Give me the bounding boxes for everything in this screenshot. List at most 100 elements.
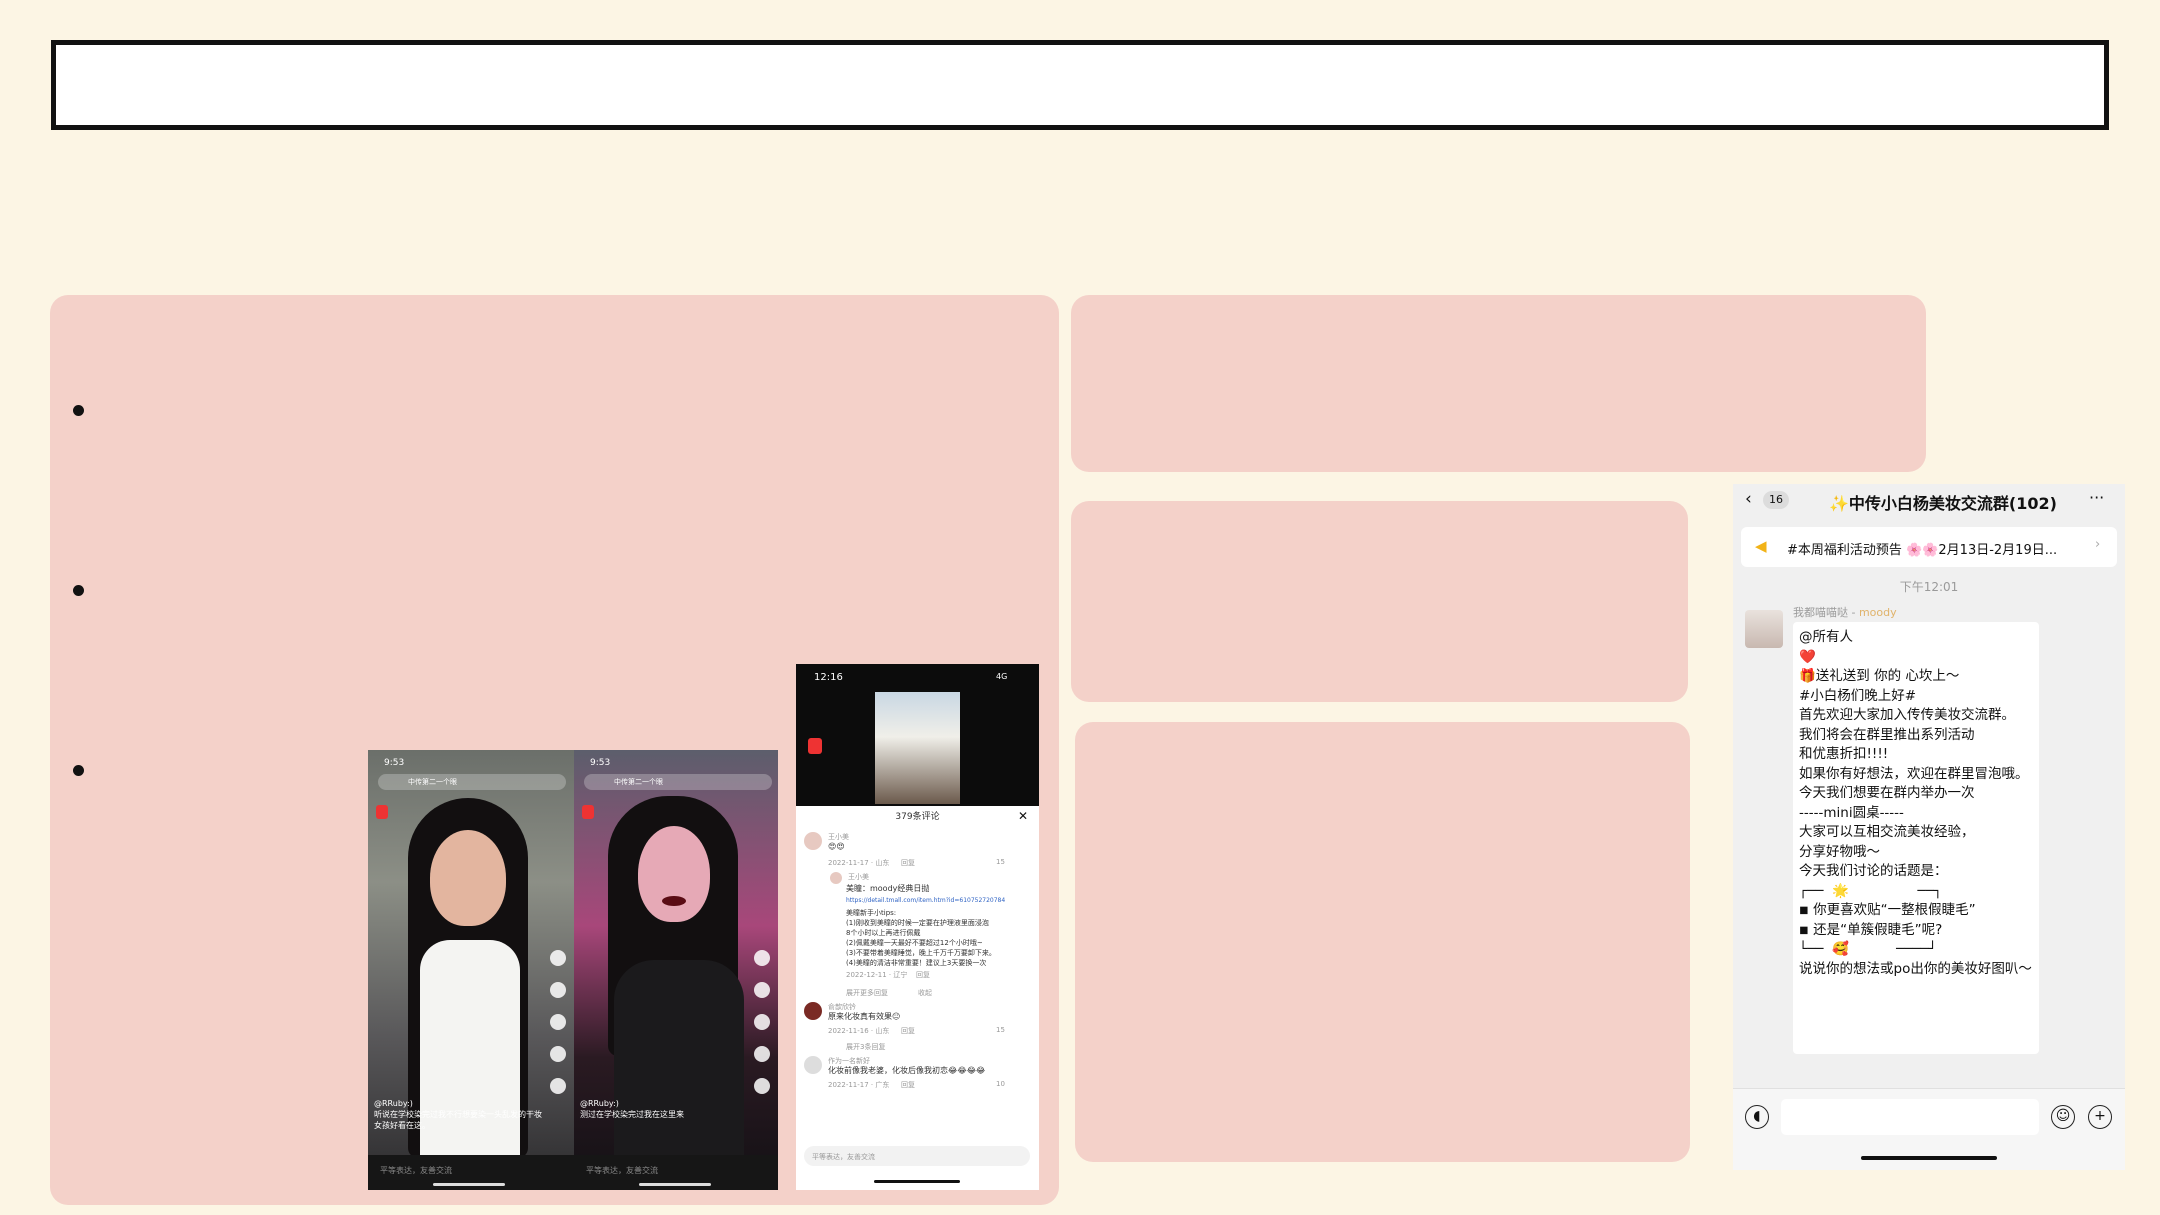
- video-screenshot-before: 9:53 中传第二一个眼 @RRuby:) 听说在学校染完过我不行想要染一头乱发…: [368, 750, 575, 1190]
- message-time: 下午12:01: [1899, 580, 1959, 594]
- message-input[interactable]: [1781, 1099, 2039, 1135]
- star-icon: [550, 1046, 566, 1062]
- expand-more-replies[interactable]: 展开更多回复: [846, 988, 888, 998]
- status-network: 4G: [996, 672, 1008, 681]
- comment-input-bar[interactable]: 平等表达，友善交流: [574, 1155, 778, 1190]
- message-line: 我们将会在群里推出系列活动: [1799, 726, 1975, 743]
- comment-user[interactable]: 王小美: [848, 872, 869, 882]
- comment-user[interactable]: 作为一名新好: [828, 1056, 870, 1066]
- comment-avatar[interactable]: [804, 1002, 822, 1020]
- avatar-icon: [754, 950, 770, 966]
- lips: [662, 896, 686, 906]
- comment-sheet: 379条评论 ✕ 王小美 😍😍 2022-11-17 · 山东 回复 15 王小…: [796, 806, 1039, 1190]
- message-line: 大家可以互相交流美妆经验，: [1799, 824, 1975, 840]
- comment-text: 化妆前像我老婆，化妆后像我初恋😂😂😂😂: [828, 1066, 986, 1075]
- video-screenshot-after: 9:53 中传第二一个眼 @RRuby:) 测过在学校染完过我在这里来 平等表达…: [574, 750, 778, 1190]
- search-bar[interactable]: 中传第二一个眼: [378, 774, 566, 790]
- comment-user[interactable]: 俞歆欣钤: [828, 1002, 856, 1012]
- tip-line: (1)刚收到美瞳的时候一定要在护理液里面浸泡: [846, 919, 989, 927]
- home-indicator: [433, 1183, 505, 1186]
- sender-tag: moody: [1858, 606, 1897, 619]
- comment-input[interactable]: 平等表达，友善交流: [804, 1146, 1030, 1166]
- comment-link[interactable]: https://detail.tmall.com/item.htm?id=610…: [846, 896, 1005, 906]
- comment-count-title: 379条评论: [895, 812, 940, 822]
- message-line: 今天我们讨论的话题是：: [1799, 863, 1948, 879]
- tip-line: (2)佩戴美瞳一天最好不要超过12个小时哦~: [846, 939, 983, 947]
- search-placeholder: 中传第二一个眼: [408, 778, 457, 786]
- bullet-point-1: [73, 405, 84, 416]
- expand-3-replies[interactable]: 展开3条回复: [846, 1042, 885, 1052]
- comment-avatar[interactable]: [804, 832, 822, 850]
- message-line: ◾ 还是“单簇假睫毛”呢?: [1799, 921, 1943, 938]
- comment-avatar[interactable]: [830, 872, 842, 884]
- reply-link[interactable]: 回复: [916, 970, 930, 980]
- reply-link[interactable]: 回复: [901, 1026, 915, 1036]
- avatar-icon: [550, 950, 566, 966]
- video-author[interactable]: @RRuby:): [580, 1098, 750, 1109]
- message-line: ┌── 🌟 ──┐: [1799, 882, 1942, 899]
- sender-avatar[interactable]: [1745, 610, 1783, 648]
- chat-message-bubble[interactable]: @所有人 ❤️ 🎁送礼送到 你的 心坎上～ #小白杨们晚上好# 首先欢迎大家加入…: [1793, 622, 2039, 1054]
- action-icons[interactable]: [550, 950, 566, 1110]
- comment-text: 美瞳：moody经典日抛: [846, 884, 930, 893]
- back-chevron-icon[interactable]: ‹: [1745, 489, 1752, 509]
- home-indicator: [639, 1183, 711, 1186]
- chat-header: ‹ 16 ✨中传小白杨美妆交流群(102) ···: [1733, 484, 2125, 514]
- person-shirt: [420, 940, 520, 1190]
- status-time: 9:53: [590, 758, 611, 768]
- share-icon: [754, 1078, 770, 1094]
- close-icon[interactable]: ✕: [1018, 809, 1028, 823]
- tips-title: 美瞳新手小tips:: [846, 909, 897, 917]
- more-options-icon[interactable]: ···: [2089, 488, 2104, 507]
- video-caption: 听说在学校染完过我不行想要染一头乱发的干妆女孩好看在这。: [374, 1110, 542, 1130]
- comment-meta: 2022-12-11 · 辽宁: [846, 971, 908, 979]
- like-count[interactable]: 15: [996, 858, 1005, 866]
- message-line: 如果你有好想法，欢迎在群里冒泡哦。: [1799, 765, 2029, 782]
- group-notice-text: #本周福利活动预告 🌸🌸2月13日-2月19日...: [1787, 543, 2058, 558]
- comment-user[interactable]: 王小美: [828, 832, 849, 842]
- search-bar[interactable]: 中传第二一个眼: [584, 774, 772, 790]
- message-line: 🎁送礼送到 你的 心坎上～: [1799, 668, 1960, 684]
- tip-line: (4)美瞳的清洁非常重要！建议上3天要换一次: [846, 959, 987, 967]
- message-line: ◾ 你更喜欢贴“一整根假睫毛”: [1799, 902, 1976, 918]
- video-caption: 测过在学校染完过我在这里来: [580, 1110, 684, 1119]
- content-panel-right-top: [1071, 295, 1926, 472]
- video-preview-area: 12:16 4G: [796, 664, 1039, 806]
- bullet-point-2: [73, 585, 84, 596]
- unread-count-badge[interactable]: 16: [1763, 491, 1789, 509]
- comment-input-bar[interactable]: 平等表达，友善交流: [368, 1155, 575, 1190]
- emoji-icon[interactable]: ☺: [2051, 1105, 2075, 1129]
- red-packet-icon[interactable]: [582, 805, 594, 819]
- reply-link[interactable]: 回复: [901, 858, 915, 868]
- comment-meta: 2022-11-17 · 山东: [828, 859, 890, 867]
- comment-input-placeholder: 平等表达，友善交流: [380, 1166, 452, 1175]
- home-indicator: [1861, 1156, 1997, 1160]
- voice-icon[interactable]: ◖: [1745, 1105, 1769, 1129]
- plus-icon[interactable]: +: [2088, 1105, 2112, 1129]
- reply-link[interactable]: 回复: [901, 1080, 915, 1090]
- star-icon: [754, 1046, 770, 1062]
- comment-avatar[interactable]: [804, 1056, 822, 1074]
- content-panel-right-bottom: [1075, 722, 1690, 1162]
- chevron-right-icon: ›: [2095, 537, 2101, 552]
- like-count[interactable]: 15: [996, 1026, 1005, 1034]
- comment-input-placeholder: 平等表达，友善交流: [586, 1166, 658, 1175]
- comment-text: 😍😍: [828, 842, 845, 851]
- status-time: 9:53: [384, 758, 405, 768]
- heart-icon: [754, 982, 770, 998]
- video-author[interactable]: @RRuby:): [374, 1098, 544, 1109]
- action-icons[interactable]: [754, 950, 770, 1110]
- red-packet-icon[interactable]: [376, 805, 388, 819]
- message-line: 今天我们想要在群内举办一次: [1799, 785, 1975, 801]
- bullet-point-3: [73, 765, 84, 776]
- like-count[interactable]: 10: [996, 1080, 1005, 1088]
- status-time: 12:16: [814, 672, 843, 683]
- group-chat-screenshot: ‹ 16 ✨中传小白杨美妆交流群(102) ··· ◀ #本周福利活动预告 🌸🌸…: [1733, 484, 2125, 1170]
- content-panel-right-middle: [1071, 501, 1688, 702]
- collapse-replies[interactable]: 收起: [918, 988, 932, 998]
- message-line: #小白杨们晚上好#: [1799, 687, 1917, 704]
- video-thumbnail[interactable]: [875, 692, 960, 804]
- group-notice-bar[interactable]: ◀ #本周福利活动预告 🌸🌸2月13日-2月19日... ›: [1741, 527, 2117, 567]
- comment-icon: [754, 1014, 770, 1030]
- red-packet-icon[interactable]: [808, 738, 822, 754]
